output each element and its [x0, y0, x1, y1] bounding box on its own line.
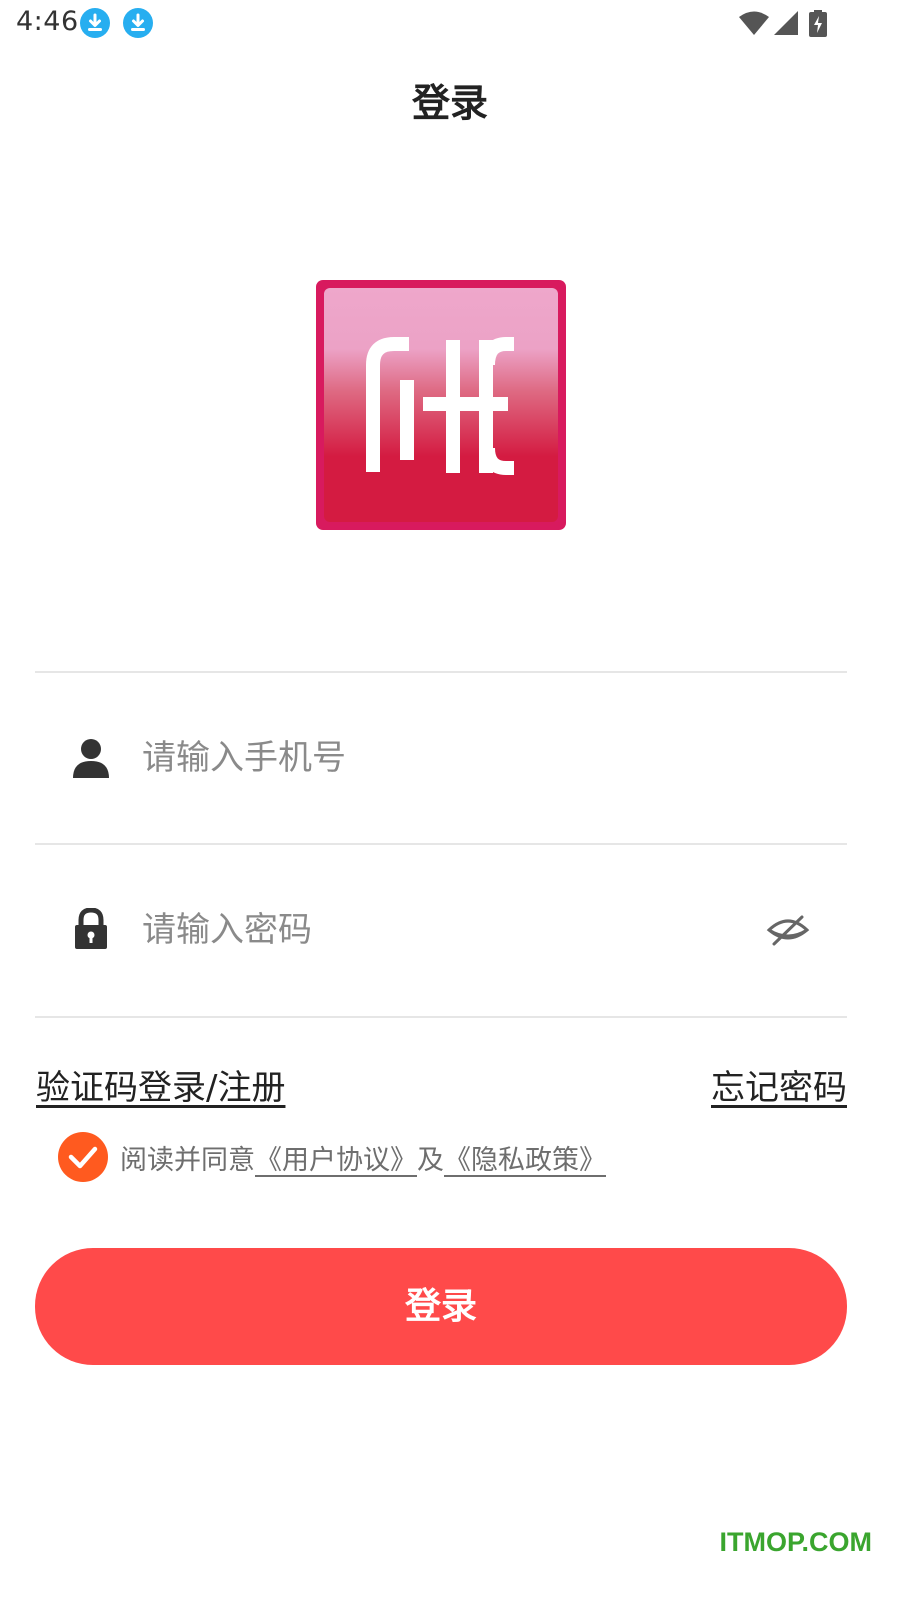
divider	[35, 1016, 847, 1018]
agreement-and: 及	[417, 1145, 444, 1176]
user-agreement-link[interactable]: 《用户协议》	[255, 1145, 417, 1176]
privacy-policy-link[interactable]: 《隐私政策》	[444, 1145, 606, 1176]
status-time: 4:46	[16, 6, 79, 37]
download-icon	[80, 8, 110, 38]
forgot-password-link[interactable]: 忘记密码	[711, 1060, 847, 1109]
agreement-prefix: 阅读并同意	[120, 1145, 255, 1176]
phone-input[interactable]	[142, 728, 732, 788]
wifi-icon	[738, 10, 770, 40]
download-icon	[123, 8, 153, 38]
app-logo	[316, 280, 566, 530]
battery-charging-icon	[808, 10, 828, 42]
watermark: ITMOP.COM	[719, 1527, 872, 1557]
agreement-checkbox[interactable]	[58, 1132, 108, 1182]
user-icon	[72, 738, 110, 782]
password-input[interactable]	[142, 900, 732, 960]
lock-icon	[72, 907, 110, 954]
agreement-text: 阅读并同意《用户协议》及《隐私政策》	[120, 1138, 606, 1177]
eye-off-icon[interactable]	[765, 912, 811, 948]
check-icon	[68, 1146, 98, 1169]
sms-login-link[interactable]: 验证码登录/注册	[36, 1060, 285, 1109]
signal-icon	[773, 10, 799, 40]
login-button[interactable]: 登录	[35, 1248, 847, 1365]
divider	[35, 671, 847, 673]
page-title: 登录	[411, 81, 488, 125]
divider	[35, 843, 847, 845]
status-bar: 4:46	[0, 0, 900, 48]
